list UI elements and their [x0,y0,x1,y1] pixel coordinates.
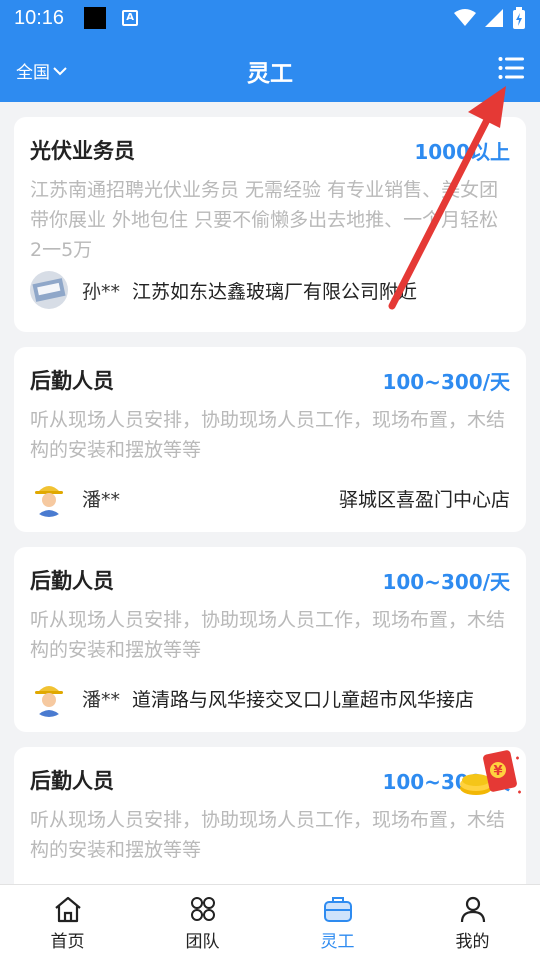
tab-mine[interactable]: 我的 [405,885,540,960]
tab-label: 首页 [50,932,85,952]
tab-linggong[interactable]: 灵工 [270,885,405,960]
job-title: 后勤人员 [30,769,114,793]
tab-label: 我的 [455,932,490,952]
job-description: 听从现场人员安排，协助现场人员工作，现场布置，木结构的安装和摆放等等 [30,409,506,461]
job-description: 江苏南通招聘光伏业务员 无需经验 有专业销售、美女团带你展业 外地包住 只要不偷… [30,179,499,261]
job-location: 驿城区喜盈门中心店 [338,488,510,511]
bottom-tab-bar: 首页 团队 灵工 我的 [0,884,540,960]
wifi-icon [454,9,476,26]
poster-name: 孙** [82,280,121,303]
job-description: 听从现场人员安排，协助现场人员工作，现场布置，木结构的安装和摆放等等 [30,809,506,861]
job-card[interactable]: 后勤人员 100~300/天 听从现场人员安排，协助现场人员工作，现场布置，木结… [14,547,526,732]
notification-square-icon [84,7,107,29]
home-icon [54,896,81,923]
job-location: 道清路与风华接交叉口儿童超市风华接店 [132,688,475,711]
job-description: 听从现场人员安排，协助现场人员工作，现场布置，木结构的安装和摆放等等 [30,609,506,661]
job-title: 后勤人员 [30,369,114,393]
job-card[interactable]: 后勤人员 100~300/天 听从现场人员安排，协助现场人员工作，现场布置，木结… [14,347,526,532]
svg-text:¥: ¥ [493,764,502,779]
red-packet-icon[interactable]: ¥ [456,748,524,800]
poster-name: 潘** [82,688,121,711]
person-icon [460,896,485,923]
poster-name: 潘** [82,488,121,511]
job-title: 光伏业务员 [30,139,135,163]
poster-avatar [30,271,68,309]
job-location: 江苏如东达鑫玻璃厂有限公司附近 [132,280,418,303]
job-salary: 100~300/天 [382,369,510,394]
team-icon [190,897,215,921]
tab-label: 灵工 [320,932,355,952]
tab-home[interactable]: 首页 [0,885,135,960]
status-time: 10:16 [14,6,65,29]
list-menu-icon[interactable] [498,56,524,80]
job-card[interactable]: 光伏业务员 1000以上 江苏南通招聘光伏业务员 无需经验 有专业销售、美女团带… [14,117,526,332]
poster-avatar [30,679,68,717]
signal-icon [485,9,503,27]
status-bar: 10:16 A [0,0,540,36]
tab-team[interactable]: 团队 [135,885,270,960]
job-salary: 1000以上 [414,139,510,164]
app-bar: 全国 灵工 [0,36,540,102]
battery-icon [513,7,525,29]
notification-a-icon: A [122,10,139,26]
job-title: 后勤人员 [30,569,114,593]
job-card[interactable]: 后勤人员 100~300/天 听从现场人员安排，协助现场人员工作，现场布置，木结… [14,747,526,884]
tab-label: 团队 [185,932,220,952]
poster-avatar [30,479,68,517]
briefcase-icon [323,897,352,922]
page-title: 灵工 [247,61,293,87]
job-salary: 100~300/天 [382,569,510,594]
